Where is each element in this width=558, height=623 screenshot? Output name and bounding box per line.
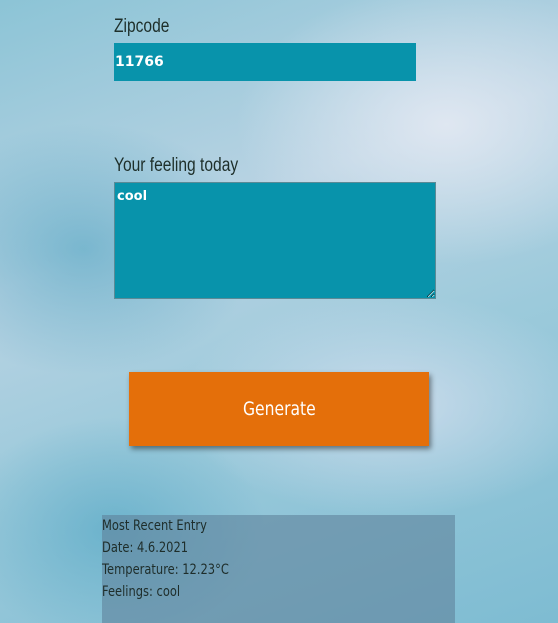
zipcode-label: Zipcode (114, 16, 170, 37)
entry-feel-prefix: Feelings: (102, 584, 157, 600)
most-recent-entry-panel: Most Recent Entry Date: 4.6.2021 Tempera… (102, 515, 455, 623)
entry-date: 4.6.2021 (136, 540, 189, 556)
entry-date-prefix: Date: (102, 540, 137, 556)
generate-button-label: Generate (242, 398, 316, 420)
generate-button[interactable]: Generate (129, 372, 429, 446)
entry-date-row: Date: 4.6.2021 (102, 540, 188, 556)
feeling-label: Your feeling today (114, 155, 239, 176)
entry-feelings: cool (156, 584, 181, 600)
entry-title: Most Recent Entry (102, 518, 207, 534)
entry-temperature-row: Temperature: 12.23°C (102, 562, 229, 578)
entry-feelings-row: Feelings: cool (102, 584, 180, 600)
zipcode-input[interactable] (114, 43, 416, 81)
entry-temp-prefix: Temperature: (102, 562, 183, 578)
entry-temperature: 12.23°C (182, 562, 229, 578)
feeling-textarea[interactable]: cool (114, 182, 436, 299)
